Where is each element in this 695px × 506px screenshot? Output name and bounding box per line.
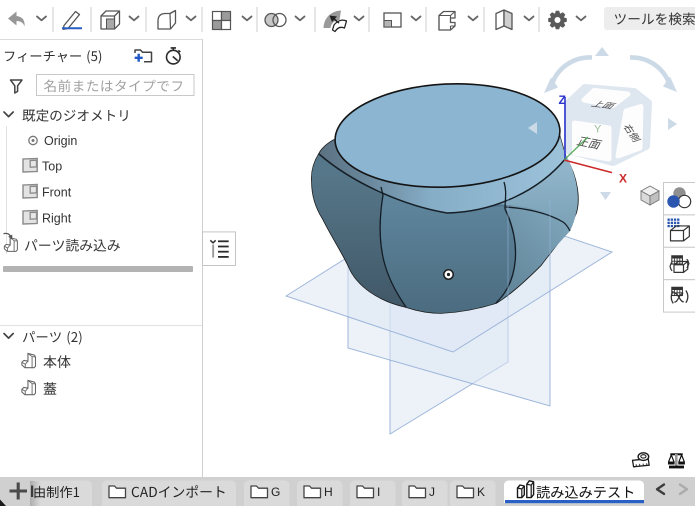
svg-text:K: K (477, 485, 485, 499)
svg-text:Origin: Origin (44, 134, 77, 148)
svg-text:Z: Z (559, 93, 566, 107)
svg-text:H: H (324, 485, 333, 499)
svg-text:I: I (377, 485, 380, 499)
svg-text:G: G (271, 485, 280, 499)
svg-text:Front: Front (42, 186, 72, 200)
svg-text:Right: Right (42, 212, 72, 226)
svg-text:J: J (429, 485, 435, 499)
svg-text:Top: Top (42, 160, 62, 174)
svg-text:Y: Y (594, 124, 602, 136)
svg-text:X: X (619, 172, 627, 186)
